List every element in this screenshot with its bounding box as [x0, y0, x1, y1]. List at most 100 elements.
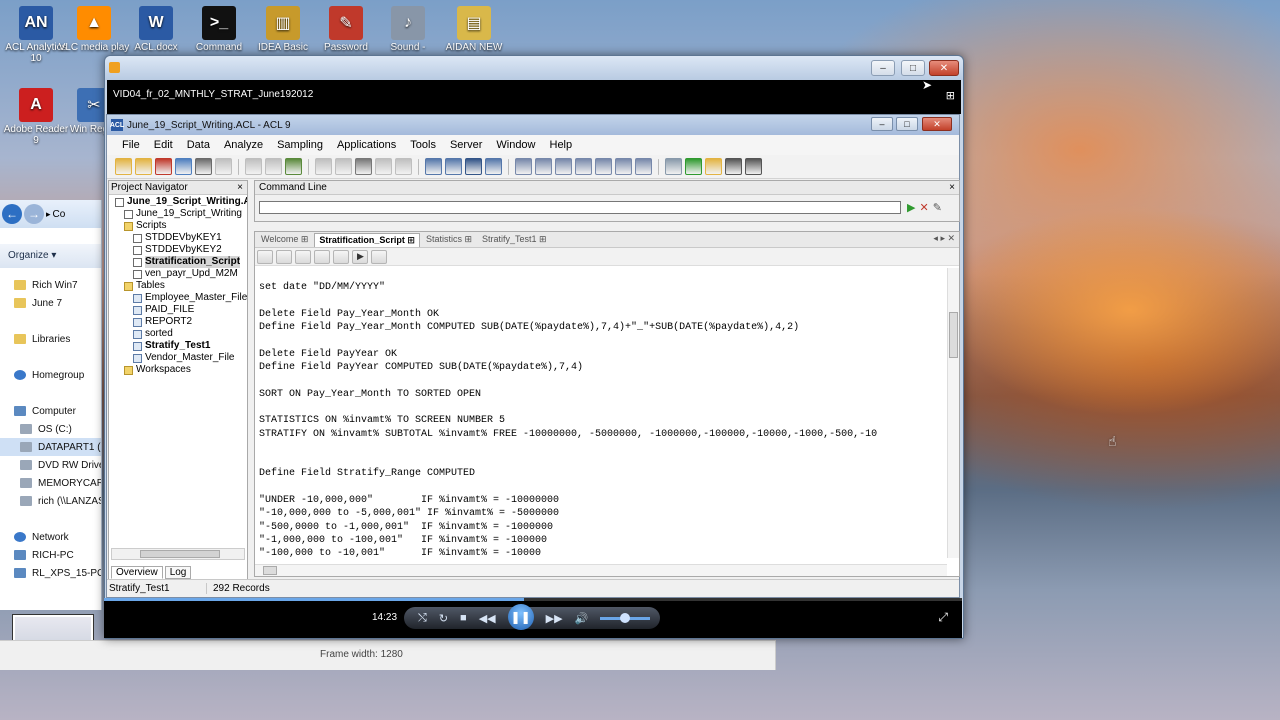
toolbar-button-icon[interactable] [485, 158, 502, 175]
minimize-button[interactable]: – [871, 60, 895, 76]
toolbar-button-icon[interactable] [215, 158, 232, 175]
toolbar-button-icon[interactable] [425, 158, 442, 175]
tree-item[interactable]: June_19_Script_Writing.ACL [109, 196, 247, 208]
explorer-item[interactable]: Homegroup [0, 366, 101, 384]
tab-welcome[interactable]: Welcome ⊞ [257, 233, 312, 247]
toolbar-button-icon[interactable] [615, 158, 632, 175]
switch-view-icon[interactable]: ⊞ [946, 89, 955, 102]
copy-icon[interactable] [333, 249, 349, 264]
edit-icon[interactable]: ✎ [933, 201, 942, 214]
tree-item[interactable]: Scripts [109, 220, 247, 232]
toolbar-button-icon[interactable] [135, 158, 152, 175]
toolbar-button-icon[interactable] [265, 158, 282, 175]
explorer-item[interactable]: DVD RW Drive [0, 456, 101, 474]
tree-item[interactable]: PAID_FILE [109, 304, 247, 316]
clear-icon[interactable]: ✕ [919, 201, 928, 214]
tree-item[interactable]: Tables [109, 280, 247, 292]
code-line[interactable]: "-100,000 to -10,001" IF %invamt% = -100… [259, 547, 947, 558]
tree-item[interactable]: Vendor_Master_File [109, 352, 247, 364]
run-script-icon[interactable]: ▶ [352, 249, 368, 264]
organize-button[interactable]: Organize ▾ [0, 244, 101, 268]
command-input[interactable] [259, 201, 901, 214]
explorer-item[interactable]: Network [0, 528, 101, 546]
tab-controls[interactable]: ◂ ▸ ✕ [933, 233, 955, 244]
repeat-icon[interactable]: ↻ [439, 612, 448, 625]
menu-sampling[interactable]: Sampling [270, 139, 330, 151]
code-line[interactable]: "UNDER -10,000,000" IF %invamt% = -10000… [259, 494, 947, 507]
code-line[interactable]: SORT ON Pay_Year_Month TO SORTED OPEN [259, 388, 947, 401]
tree-item[interactable]: STDDEVbyKEY1 [109, 232, 247, 244]
toolbar-button-icon[interactable] [315, 158, 332, 175]
explorer-item[interactable]: MEMORYCARD [0, 474, 101, 492]
toolbar-button-icon[interactable] [575, 158, 592, 175]
explorer-address-text[interactable]: Co [53, 209, 66, 220]
toolbar-button-icon[interactable] [115, 158, 132, 175]
menu-window[interactable]: Window [489, 139, 542, 151]
stop-icon[interactable]: ■ [460, 612, 467, 624]
shuffle-icon[interactable]: ⤭ [418, 612, 427, 625]
code-line[interactable]: set date "DD/MM/YYYY" [259, 281, 947, 294]
toolbar-button-icon[interactable] [705, 158, 722, 175]
code-line[interactable]: STRATIFY ON %invamt% SUBTOTAL %invamt% F… [259, 428, 947, 441]
menu-analyze[interactable]: Analyze [217, 139, 270, 151]
explorer-item[interactable]: Libraries [0, 330, 101, 348]
scroll-thumb[interactable] [140, 550, 220, 558]
tree-item[interactable]: STDDEVbyKEY2 [109, 244, 247, 256]
toolbar-button-icon[interactable] [725, 158, 742, 175]
script-code[interactable]: set date "DD/MM/YYYY" Delete Field Pay_Y… [255, 268, 947, 558]
toolbar-button-icon[interactable] [155, 158, 172, 175]
toolbar-button-icon[interactable] [595, 158, 612, 175]
editor-hscrollbar[interactable] [255, 564, 947, 576]
toolbar-button-icon[interactable] [245, 158, 262, 175]
explorer-item[interactable]: Rich Win7 [0, 276, 101, 294]
tab-log[interactable]: Log [164, 566, 192, 579]
menu-server[interactable]: Server [443, 139, 489, 151]
back-icon[interactable]: ← [2, 204, 22, 224]
volume-icon[interactable]: 🔊 [575, 612, 589, 625]
editor-vscrollbar[interactable] [947, 268, 959, 558]
toolbar-button-icon[interactable] [635, 158, 652, 175]
tree-item[interactable]: Workspaces [109, 364, 247, 376]
code-line[interactable] [259, 374, 947, 387]
close-button[interactable]: ✕ [929, 60, 959, 76]
menu-edit[interactable]: Edit [147, 139, 180, 151]
desktop-icon[interactable]: ▥ IDEA Basic [247, 6, 319, 53]
scroll-thumb[interactable] [949, 312, 958, 358]
menu-file[interactable]: File [115, 139, 147, 151]
seek-bar[interactable] [104, 598, 962, 601]
explorer-item[interactable]: RICH-PC [0, 546, 101, 564]
tree-item[interactable]: ven_payr_Upd_M2M [109, 268, 247, 280]
toolbar-button-icon[interactable] [395, 158, 412, 175]
code-line[interactable]: Define Field Stratify_Range COMPUTED [259, 467, 947, 480]
toolbar-button-icon[interactable] [745, 158, 762, 175]
toolbar-button-icon[interactable] [665, 158, 682, 175]
acl-maximize-button[interactable]: □ [896, 117, 918, 131]
menu-help[interactable]: Help [543, 139, 580, 151]
code-line[interactable]: Delete Field Pay_Year_Month OK [259, 308, 947, 321]
code-line[interactable] [259, 334, 947, 347]
toolbar-button-icon[interactable] [515, 158, 532, 175]
tab-overview[interactable]: Overview [111, 566, 163, 579]
code-line[interactable]: "-10,000,000 to -5,000,001" IF %invamt% … [259, 507, 947, 520]
navigator-close-icon[interactable]: × [237, 182, 247, 193]
stop-icon[interactable] [371, 249, 387, 264]
explorer-item[interactable]: rich (\\LANZAS [0, 492, 101, 510]
tree-item[interactable]: REPORT2 [109, 316, 247, 328]
acl-close-button[interactable]: ✕ [922, 117, 952, 131]
explorer-item[interactable]: OS (C:) [0, 420, 101, 438]
forward-icon[interactable]: → [24, 204, 44, 224]
tab-statistics[interactable]: Statistics ⊞ [422, 233, 476, 247]
desktop-icon[interactable]: W ACL.docx [120, 6, 192, 53]
toolbar-button-icon[interactable] [285, 158, 302, 175]
tree-item[interactable]: June_19_Script_Writing [109, 208, 247, 220]
fullscreen-icon[interactable]: ⤢ [938, 610, 948, 625]
code-line[interactable]: "-500,0000 to -1,000,001" IF %invamt% = … [259, 521, 947, 534]
toolbar-button-icon[interactable] [175, 158, 192, 175]
pause-button[interactable]: ❚❚ [507, 604, 534, 630]
code-line[interactable] [259, 481, 947, 494]
outdent-icon[interactable] [295, 249, 311, 264]
menu-applications[interactable]: Applications [330, 139, 403, 151]
code-line[interactable]: STATISTICS ON %invamt% TO SCREEN NUMBER … [259, 414, 947, 427]
toolbar-button-icon[interactable] [195, 158, 212, 175]
code-line[interactable] [259, 401, 947, 414]
